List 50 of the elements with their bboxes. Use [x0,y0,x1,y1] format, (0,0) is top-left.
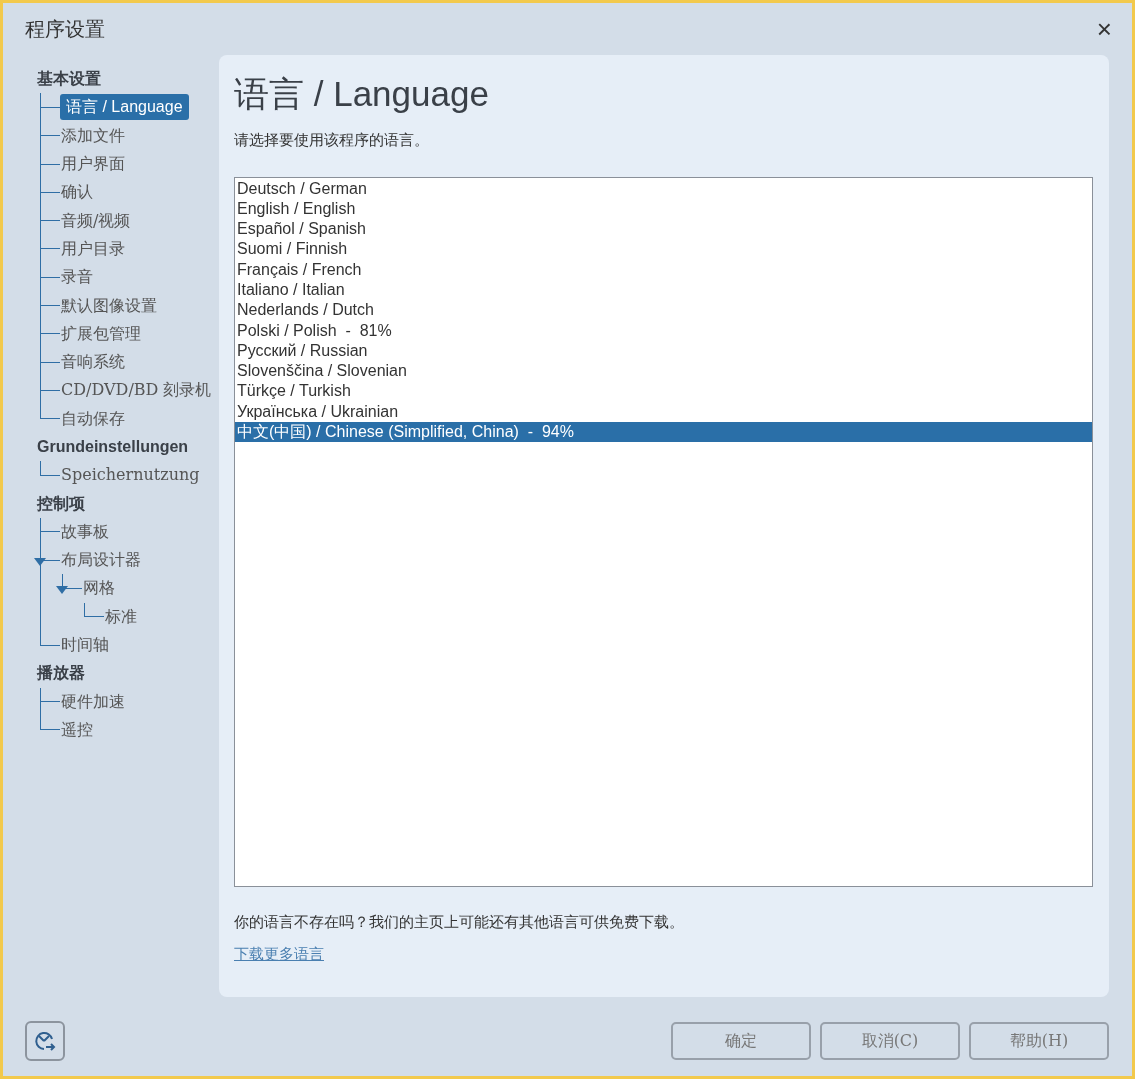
tree-item[interactable]: 确认 [60,180,94,205]
list-option[interactable]: Русский / Russian [235,340,1092,362]
list-option[interactable]: Italiano / Italian [235,280,1092,301]
tree-item[interactable]: 语言 / Language [60,94,189,121]
expanded-arrow-icon[interactable] [34,558,46,567]
group-heading: 控制项 [37,493,86,514]
tree-item[interactable]: 布局设计器 [60,548,142,573]
tree-item[interactable]: 硬件加速 [60,689,126,714]
tree-item[interactable]: 添加文件 [60,123,126,148]
group-heading: Grundeinstellungen [37,437,190,457]
expanded-arrow-icon[interactable] [56,586,68,595]
tree-item[interactable]: 自动保存 [60,406,126,431]
reset-button[interactable] [25,1021,65,1061]
download-link[interactable]: 下载更多语言 [234,943,324,966]
tree-item[interactable]: 用户界面 [60,152,126,177]
tree-item[interactable]: 音响系统 [60,350,126,375]
dialog-button[interactable]: 确定 [671,1022,811,1060]
group-heading: 播放器 [37,663,86,684]
list-option[interactable]: Українська / Ukrainian [235,401,1092,423]
list-option[interactable]: Deutsch / German [235,178,1092,199]
tree-item[interactable]: 时间轴 [60,633,110,658]
list-option[interactable]: Slovenščina / Slovenian [235,361,1092,382]
tree-item[interactable]: 遥控 [60,717,94,742]
list-option[interactable]: Français / French [235,259,1092,280]
tree-item[interactable]: 录音 [60,265,94,290]
tree-item[interactable]: 故事板 [60,519,110,544]
list-option[interactable]: English / English [235,198,1092,220]
page-heading: 语言 / Language [234,73,490,115]
tree-item[interactable]: CD/DVD/BD 刻录机 [60,378,213,403]
list-option[interactable]: Nederlands / Dutch [235,300,1092,321]
tree-item[interactable]: 用户目录 [60,236,126,261]
description-text: 请选择要使用该程序的语言。 [234,130,430,151]
list-option[interactable]: Suomi / Finnish [235,239,1092,260]
list-option[interactable]: Español / Spanish [235,219,1092,240]
window-title: 程序设置 [25,17,105,42]
tree-item[interactable]: 音频/视频 [60,208,132,233]
list-option[interactable]: Türkçe / Turkish [235,381,1092,402]
tree-item[interactable]: 默认图像设置 [60,293,158,318]
list-option[interactable]: 中文(中国) / Chinese (Simplified, China) - 94% [235,422,1092,443]
tree-item[interactable]: 标准 [104,604,138,629]
clock-arrow-icon [33,1029,57,1053]
tree-item[interactable]: Speichernutzung [60,463,201,488]
close-button[interactable]: × [1096,16,1112,42]
tree-item[interactable]: 扩展包管理 [60,321,142,346]
dialog-button[interactable]: 帮助(H) [969,1022,1109,1060]
dialog-button[interactable]: 取消(C) [820,1022,960,1060]
note-text: 你的语言不存在吗？我们的主页上可能还有其他语言可供免费下载。 [234,911,685,933]
tree-item[interactable]: 网格 [82,576,116,601]
group-heading: 基本设置 [37,69,102,90]
list-option[interactable]: Polski / Polish - 81% [235,320,1092,341]
